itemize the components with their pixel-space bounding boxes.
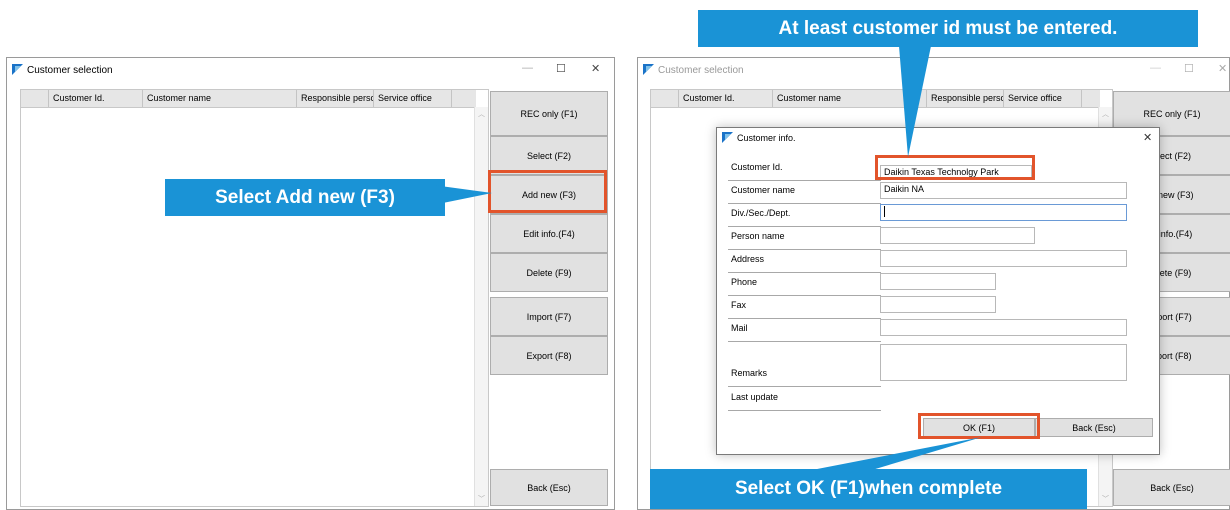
left-customer-selection-window: Customer selection — ☐ ✕ Customer Id. Cu… [6,57,615,510]
close-icon[interactable]: ✕ [1218,62,1227,75]
row-header-column [651,90,679,107]
scroll-down-icon[interactable]: ﹀ [478,494,485,504]
column-customer-id[interactable]: Customer Id. [679,90,773,107]
app-icon [722,132,733,143]
person-name-label: Person name [728,231,881,250]
close-icon[interactable]: ✕ [591,62,600,75]
text-caret [884,206,885,218]
column-customer-name[interactable]: Customer name [143,90,297,107]
scroll-up-icon[interactable]: ︿ [1102,109,1109,119]
column-service-office[interactable]: Service office [374,90,452,107]
import-button[interactable]: Import (F7) [490,297,608,336]
maximize-icon[interactable]: ☐ [556,62,566,75]
right-title-bar: Customer selection — ☐ ✕ [638,58,1229,82]
column-responsible-person[interactable]: Responsible persc [927,90,1004,107]
customer-id-callout: At least customer id must be entered. [698,10,1198,47]
customer-list-grid[interactable]: Customer Id. Customer name Responsible p… [20,89,489,507]
scroll-up-icon[interactable]: ︿ [478,109,485,119]
mail-label: Mail [728,323,881,342]
customer-id-highlight [875,155,1035,180]
scroll-down-icon[interactable]: ﹀ [1102,494,1109,504]
customer-name-field[interactable]: Daikin NA [880,182,1127,199]
add-new-callout: Select Add new (F3) [165,179,445,216]
ok-button-highlight [918,413,1040,439]
fax-label: Fax [728,300,881,319]
grid-header: Customer Id. Customer name Responsible p… [21,90,476,108]
column-customer-name[interactable]: Customer name [773,90,927,107]
phone-label: Phone [728,277,881,296]
phone-field[interactable] [880,273,996,290]
address-label: Address [728,254,881,273]
add-new-highlight [488,170,607,213]
minimize-icon[interactable]: — [522,62,533,74]
customer-name-label: Customer name [728,185,881,204]
delete-button[interactable]: Delete (F9) [490,253,608,292]
dialog-close-icon[interactable]: ✕ [1143,131,1152,144]
column-responsible-person[interactable]: Responsible persc [297,90,374,107]
grid-header: Customer Id. Customer name Responsible p… [651,90,1100,108]
grid-scrollbar[interactable]: ︿ ﹀ [474,107,488,506]
address-field[interactable] [880,250,1127,267]
edit-info-button[interactable]: Edit info.(F4) [490,214,608,253]
column-customer-id[interactable]: Customer Id. [49,90,143,107]
last-update-label: Last update [728,392,881,411]
window-title: Customer selection [658,65,744,76]
app-icon [643,64,654,75]
mail-field[interactable] [880,319,1127,336]
window-title: Customer selection [27,65,113,76]
column-service-office[interactable]: Service office [1004,90,1082,107]
dialog-back-button[interactable]: Back (Esc) [1035,418,1153,437]
dialog-title: Customer info. [737,133,796,143]
rec-only-button[interactable]: REC only (F1) [490,91,608,136]
person-name-field[interactable] [880,227,1035,244]
maximize-icon[interactable]: ☐ [1184,62,1194,75]
back-button[interactable]: Back (Esc) [1113,469,1230,506]
remarks-label: Remarks [728,368,881,387]
fax-field[interactable] [880,296,996,313]
remarks-field[interactable] [880,344,1127,381]
left-title-bar: Customer selection — ☐ ✕ [7,58,614,82]
row-header-column [21,90,49,107]
division-label: Div./Sec./Dept. [728,208,881,227]
back-button[interactable]: Back (Esc) [490,469,608,506]
customer-id-label: Customer Id. [728,162,881,181]
division-field[interactable] [880,204,1127,221]
export-button[interactable]: Export (F8) [490,336,608,375]
minimize-icon[interactable]: — [1150,62,1161,74]
ok-callout: Select OK (F1)when complete [650,469,1087,509]
app-icon [12,64,23,75]
